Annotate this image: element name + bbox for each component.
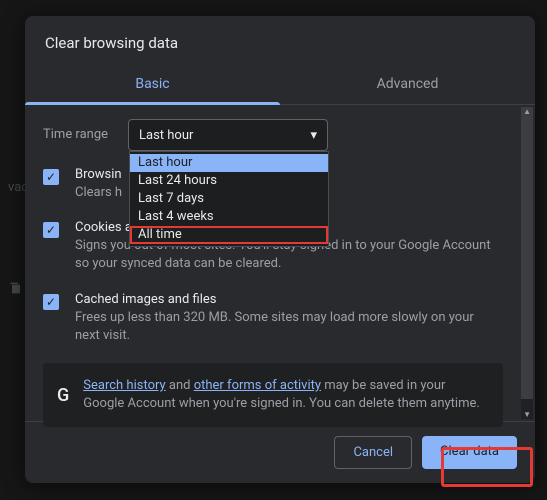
google-icon: G [57, 385, 69, 406]
scrollbar-thumb[interactable] [521, 107, 533, 399]
time-range-label: Time range [43, 119, 128, 142]
other-activity-link[interactable]: other forms of activity [194, 378, 321, 393]
option-all-time[interactable]: All time [130, 226, 328, 244]
dialog-body: ▲ ▼ Time range Last hour ▾ ✓ Browsin Cle… [25, 105, 535, 421]
browsing-history-checkbox[interactable]: ✓ [43, 169, 59, 185]
scroll-up-arrow[interactable]: ▲ [523, 107, 531, 116]
info-text: Search history and other forms of activi… [83, 377, 489, 413]
option-last-4-weeks[interactable]: Last 4 weeks [130, 208, 328, 226]
cancel-button[interactable]: Cancel [334, 436, 412, 469]
item-desc: Frees up less than 320 MB. Some sites ma… [75, 309, 499, 345]
cache-item: ✓ Cached images and files Frees up less … [43, 292, 517, 345]
dialog-footer: Cancel Clear data [25, 421, 535, 483]
cookies-checkbox[interactable]: ✓ [43, 222, 59, 238]
tab-advanced[interactable]: Advanced [280, 66, 535, 104]
option-last-7-days[interactable]: Last 7 days [130, 190, 328, 208]
option-last-hour[interactable]: Last hour [130, 154, 328, 172]
info-box: G Search history and other forms of acti… [43, 363, 503, 427]
chevron-down-icon: ▾ [310, 128, 317, 143]
item-desc: Clears h [75, 184, 122, 202]
clear-data-button[interactable]: Clear data [422, 436, 517, 469]
clear-browsing-data-dialog: Clear browsing data Basic Advanced ▲ ▼ T… [25, 16, 535, 483]
trash-icon [8, 280, 24, 300]
item-title: Browsin [75, 167, 122, 182]
select-value: Last hour [139, 128, 193, 143]
time-range-dropdown: Last hour Last 24 hours Last 7 days Last… [129, 151, 329, 247]
tab-basic[interactable]: Basic [25, 66, 280, 104]
time-range-select[interactable]: Last hour ▾ [128, 119, 328, 151]
item-title: Cached images and files [75, 292, 499, 307]
tabs: Basic Advanced [25, 66, 535, 105]
dialog-title: Clear browsing data [25, 16, 535, 66]
search-history-link[interactable]: Search history [83, 378, 165, 393]
scroll-down-arrow[interactable]: ▼ [523, 410, 531, 419]
cache-checkbox[interactable]: ✓ [43, 294, 59, 310]
option-last-24-hours[interactable]: Last 24 hours [130, 172, 328, 190]
time-range-row: Time range Last hour ▾ [43, 119, 517, 151]
